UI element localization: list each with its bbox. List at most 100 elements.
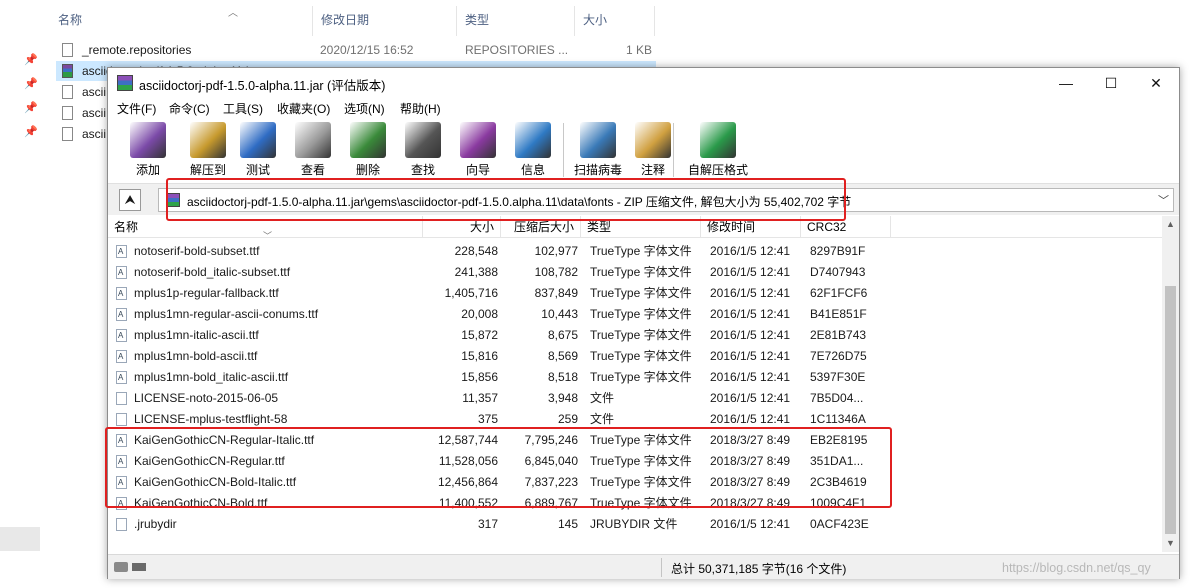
- toolbar-comment-button[interactable]: 注释: [623, 119, 683, 181]
- pin-icon[interactable]: 📌: [24, 102, 38, 114]
- explorer-file-type: REPOSITORIES ...: [465, 43, 569, 57]
- toolbar-add-archive-button[interactable]: 添加: [118, 119, 178, 181]
- file-size: 15,856: [461, 370, 498, 384]
- explorer-file-row[interactable]: _remote.repositories 2020/12/15 16:52 REPO…: [56, 40, 656, 60]
- chevron-down-icon[interactable]: ﹀: [1158, 192, 1169, 208]
- scroll-down-icon[interactable]: ▼: [1162, 535, 1179, 552]
- toolbar: 添加 解压到 测试 查看 删除 查找 向导 信息 扫描病毒 注释 自解压格式: [108, 119, 1179, 181]
- explorer-file-name: _remote.repositories: [82, 43, 192, 57]
- highlight-box-kaigen-rows: [105, 427, 892, 508]
- file-modified: 2016/1/5 12:41: [710, 349, 791, 363]
- info-icon: [515, 122, 551, 158]
- comment-icon: [635, 122, 671, 158]
- scroll-thumb[interactable]: [1165, 286, 1176, 534]
- file-name: .jrubydir: [134, 517, 177, 531]
- explorer-col-date[interactable]: 修改日期: [313, 6, 457, 36]
- menu-options[interactable]: 选项(N): [344, 100, 385, 117]
- scan-virus-icon: [580, 122, 616, 158]
- file-packed-size: 102,977: [534, 244, 578, 258]
- file-name: mplus1mn-bold-ascii.ttf: [134, 349, 258, 363]
- wizard-icon: [460, 122, 496, 158]
- toolbar-find-button[interactable]: 查找: [393, 119, 453, 181]
- sfx-icon: [700, 122, 736, 158]
- view-icon: [295, 122, 331, 158]
- file-row[interactable]: mplus1mn-regular-ascii-conums.ttf 20,008 1…: [108, 304, 1162, 325]
- toolbar-label: 自解压格式: [687, 163, 748, 177]
- toolbar-wizard-button[interactable]: 向导: [448, 119, 508, 181]
- scroll-up-icon[interactable]: ▲: [1162, 216, 1179, 233]
- file-modified: 2016/1/5 12:41: [710, 265, 791, 279]
- title-bar[interactable]: asciidoctorj-pdf-1.5.0-alpha.11.jar (评估版…: [108, 68, 1179, 98]
- toolbar-test-button[interactable]: 测试: [228, 119, 288, 181]
- menu-file[interactable]: 文件(F): [117, 100, 156, 117]
- menu-favorites[interactable]: 收藏夹(O): [277, 100, 330, 117]
- file-icon: [62, 85, 73, 99]
- file-row[interactable]: mplus1mn-bold_italic-ascii.ttf 15,856 8,51…: [108, 367, 1162, 388]
- minimize-button[interactable]: —: [1043, 68, 1089, 98]
- toolbar-scan-virus-button[interactable]: 扫描病毒: [568, 119, 628, 181]
- pin-icon[interactable]: 📌: [24, 126, 38, 138]
- menu-command[interactable]: 命令(C): [169, 100, 210, 117]
- key-icon[interactable]: [132, 563, 146, 571]
- font-file-icon: [116, 346, 127, 367]
- explorer-file-name: ascii: [82, 127, 107, 141]
- toolbar-info-button[interactable]: 信息: [503, 119, 563, 181]
- extract-to-icon: [190, 122, 226, 158]
- file-type: TrueType 字体文件: [590, 307, 692, 321]
- file-row[interactable]: notoserif-bold-subset.ttf 228,548 102,977 T…: [108, 241, 1162, 262]
- file-size: 15,872: [461, 328, 498, 342]
- explorer-column-header: 名称 ︿ 修改日期 类型 大小: [50, 6, 670, 36]
- toolbar-view-button[interactable]: 查看: [283, 119, 343, 181]
- toolbar-delete-button[interactable]: 删除: [338, 119, 398, 181]
- vertical-scrollbar[interactable]: ▲ ▼: [1162, 216, 1179, 552]
- file-crc32: 0ACF423E: [810, 517, 869, 531]
- file-name: mplus1mn-italic-ascii.ttf: [134, 328, 259, 342]
- file-type: TrueType 字体文件: [590, 328, 692, 342]
- file-icon: [62, 127, 73, 141]
- close-button[interactable]: ✕: [1133, 68, 1179, 98]
- file-type: TrueType 字体文件: [590, 370, 692, 384]
- explorer-file-size: 1 KB: [625, 43, 652, 57]
- file-row[interactable]: .jrubydir 317 145 JRUBYDIR 文件 2016/1/5 12:41…: [108, 514, 1162, 535]
- archive-icon: [62, 64, 73, 78]
- file-crc32: 7E726D75: [810, 349, 867, 363]
- file-size: 11,357: [462, 391, 498, 405]
- font-file-icon: [116, 304, 127, 325]
- file-row[interactable]: LICENSE-noto-2015-06-05 11,357 3,948 文件 2016…: [108, 388, 1162, 409]
- toolbar-separator: [563, 123, 564, 177]
- file-row[interactable]: mplus1mn-bold-ascii.ttf 15,816 8,569 TrueTy…: [108, 346, 1162, 367]
- find-icon: [405, 122, 441, 158]
- pin-icon[interactable]: 📌: [24, 54, 38, 66]
- file-size: 228,548: [454, 244, 498, 258]
- up-folder-button[interactable]: ⮝: [119, 189, 141, 211]
- drive-icon[interactable]: [114, 562, 128, 572]
- file-icon: [116, 518, 127, 531]
- font-file-icon: [116, 262, 127, 283]
- file-modified: 2016/1/5 12:41: [710, 370, 791, 384]
- file-crc32: 5397F30E: [810, 370, 866, 384]
- file-size: 20,008: [461, 307, 498, 321]
- file-row[interactable]: mplus1mn-italic-ascii.ttf 15,872 8,675 True…: [108, 325, 1162, 346]
- highlight-box-address: [166, 178, 846, 221]
- pin-icon[interactable]: 📌: [24, 78, 38, 90]
- delete-icon: [350, 122, 386, 158]
- file-row[interactable]: notoserif-bold_italic-subset.ttf 241,388 1…: [108, 262, 1162, 283]
- toolbar-sfx-button[interactable]: 自解压格式: [683, 119, 753, 181]
- file-modified: 2016/1/5 12:41: [710, 307, 791, 321]
- file-type: TrueType 字体文件: [590, 286, 692, 300]
- file-icon: [62, 43, 73, 57]
- watermark: https://blog.csdn.net/qs_qy: [1002, 561, 1151, 575]
- menu-tools[interactable]: 工具(S): [223, 100, 263, 117]
- file-crc32: B41E851F: [810, 307, 867, 321]
- file-row[interactable]: mplus1p-regular-fallback.ttf 1,405,716 837…: [108, 283, 1162, 304]
- explorer-col-size[interactable]: 大小: [575, 6, 655, 36]
- menu-help[interactable]: 帮助(H): [400, 100, 441, 117]
- explorer-col-type[interactable]: 类型: [457, 6, 575, 36]
- nav-selected-item[interactable]: [0, 527, 40, 551]
- explorer-col-name[interactable]: 名称: [50, 6, 313, 36]
- file-size: 15,816: [461, 349, 498, 363]
- maximize-button[interactable]: ☐: [1088, 68, 1134, 98]
- file-name: notoserif-bold-subset.ttf: [134, 244, 260, 258]
- explorer-file-name: ascii: [82, 106, 107, 120]
- file-name: notoserif-bold_italic-subset.ttf: [134, 265, 291, 279]
